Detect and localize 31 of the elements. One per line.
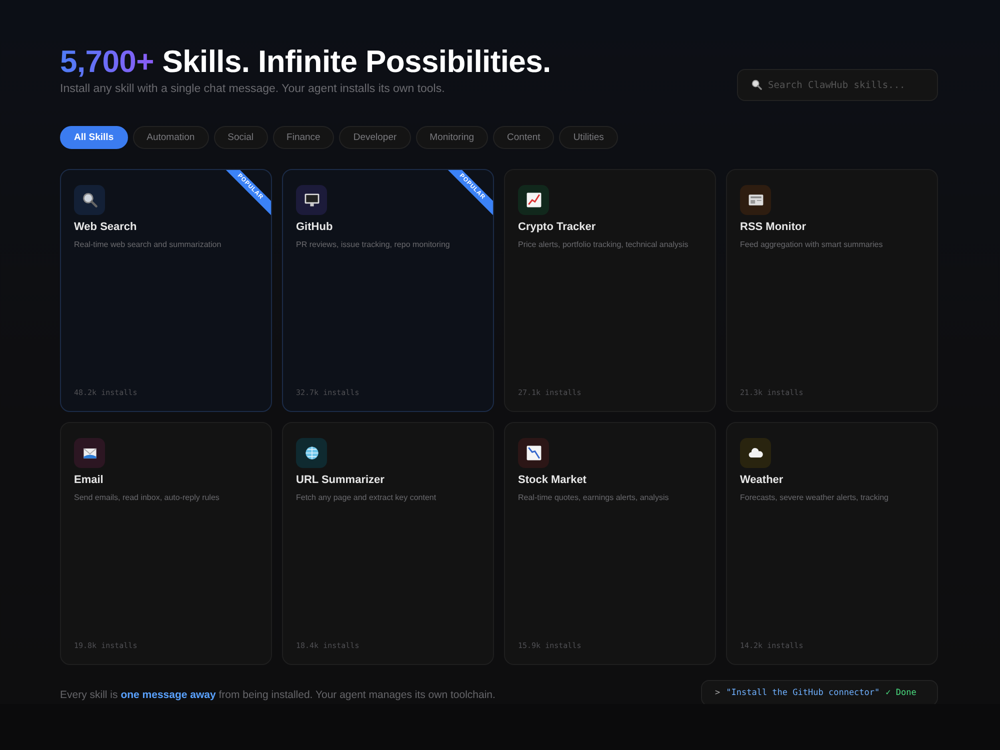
skill-name: Stock Market bbox=[518, 474, 588, 486]
terminal-status: ✓ Done bbox=[886, 688, 916, 698]
skill-description: Feed aggregation with smart summaries bbox=[740, 240, 884, 249]
skill-description: Forecasts, severe weather alerts, tracking bbox=[740, 493, 890, 502]
skill-name: Crypto Tracker bbox=[518, 221, 597, 233]
hero-subtitle: Install any skill with a single chat message. Your agent installs its own tools. bbox=[60, 83, 446, 95]
filter-tab[interactable]: Social bbox=[214, 126, 268, 149]
skill-name: RSS Monitor bbox=[740, 221, 807, 233]
skill-description: Real-time web search and summarization bbox=[74, 240, 222, 249]
skill-description: Price alerts, portfolio tracking, technical analysis bbox=[518, 240, 690, 249]
skill-name: Weather bbox=[740, 474, 784, 486]
hero-title: 5,700+ Skills. Infinite Possibilities. bbox=[60, 43, 551, 81]
filter-tab[interactable]: Developer bbox=[339, 126, 411, 149]
filter-tab[interactable]: Utilities bbox=[559, 126, 618, 149]
skill-description: Fetch any page and extract key content bbox=[296, 493, 438, 502]
skill-description: PR reviews, issue tracking, repo monitoring bbox=[296, 240, 451, 249]
terminal-command: "Install the GitHub connector" bbox=[726, 688, 880, 698]
skill-name: URL Summarizer bbox=[296, 474, 386, 486]
filter-tab[interactable]: Finance bbox=[272, 126, 334, 149]
footer-text: Every skill is one message away from being installed. Your agent manages its own toolchain. bbox=[60, 688, 496, 702]
skill-name: GitHub bbox=[296, 221, 334, 233]
terminal-prompt: > bbox=[715, 688, 720, 698]
skill-description: Send emails, read inbox, auto-reply rules bbox=[74, 493, 220, 502]
filter-tab[interactable]: Monitoring bbox=[416, 126, 488, 149]
search-field[interactable]: Search ClawHub skills... bbox=[737, 69, 938, 101]
filter-tab[interactable]: Content bbox=[493, 126, 554, 149]
filter-tab[interactable]: Automation bbox=[132, 126, 209, 149]
skill-name: Web Search bbox=[74, 221, 138, 233]
skill-name: Email bbox=[74, 474, 104, 486]
filter-tab[interactable]: All Skills bbox=[60, 126, 128, 149]
skill-description: Real-time quotes, earnings alerts, analysis bbox=[518, 493, 670, 502]
